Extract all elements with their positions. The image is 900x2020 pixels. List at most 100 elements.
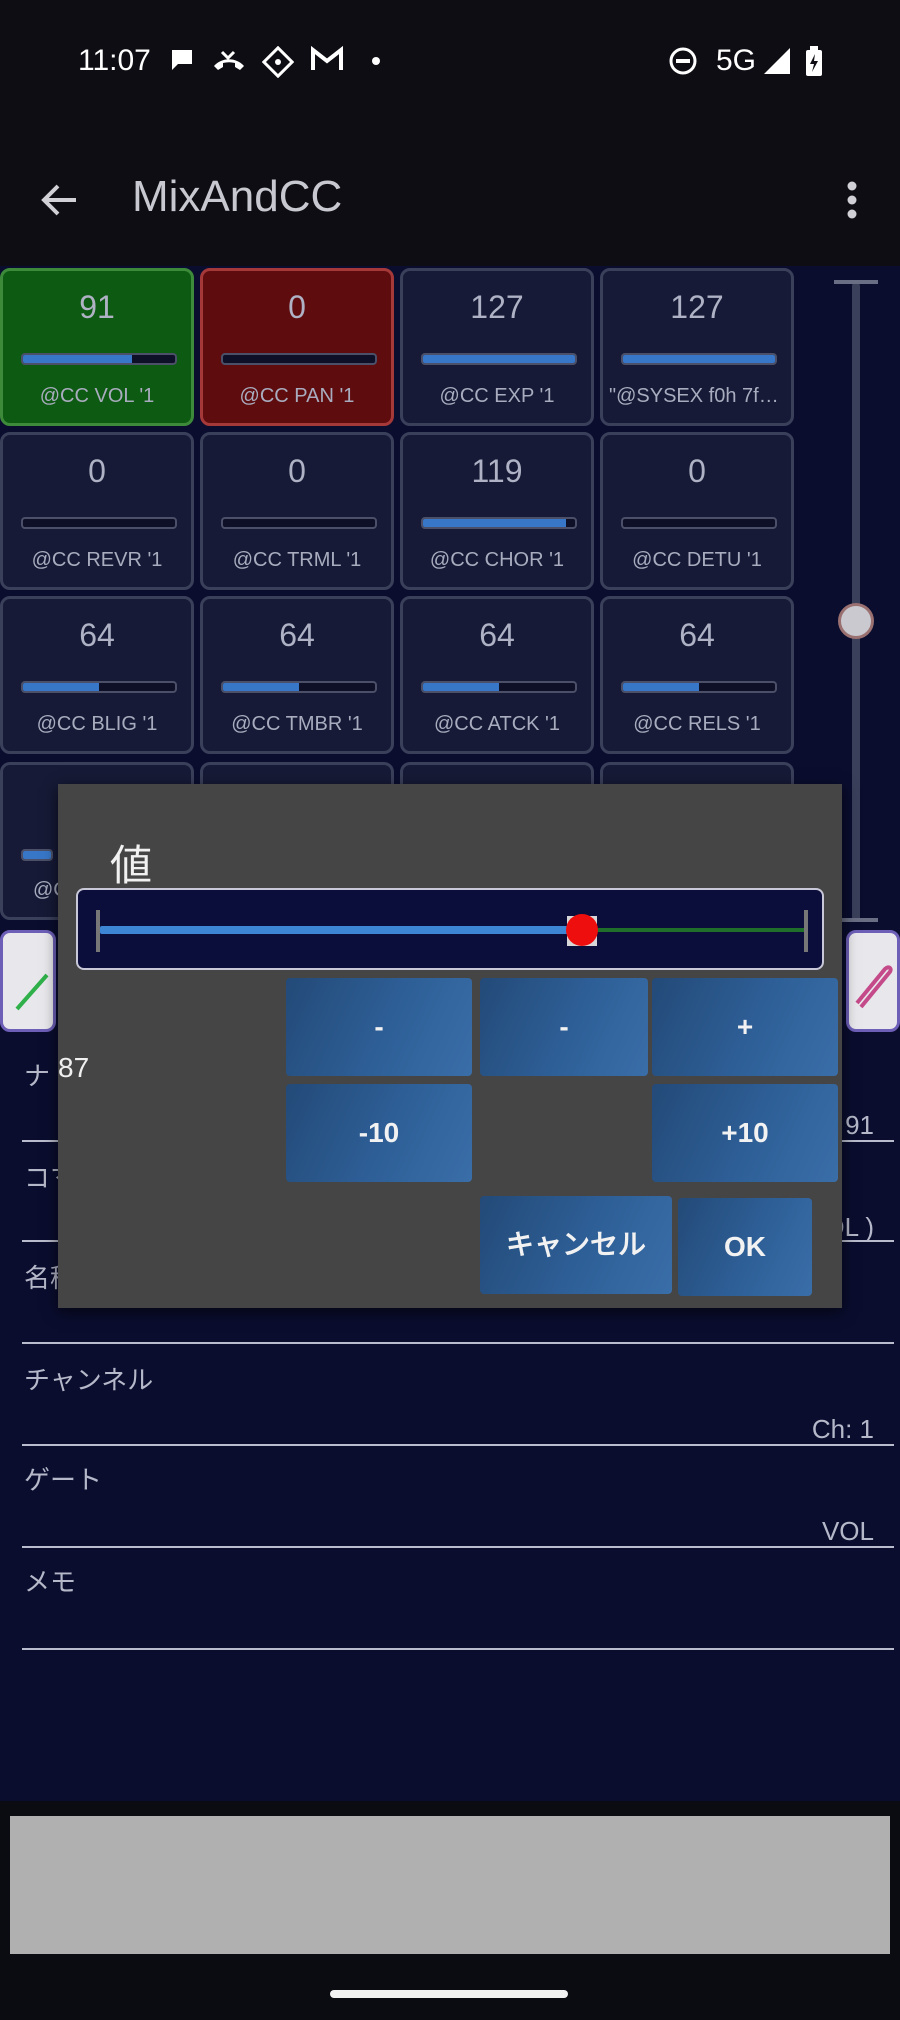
cc-cell-value: 64	[279, 617, 315, 653]
dialog-value-text: 87	[58, 1052, 90, 1083]
value-slider-thumb[interactable]	[566, 914, 599, 946]
field-value-1: 91	[845, 1110, 874, 1140]
field-underline	[22, 1444, 894, 1446]
cc-cell[interactable]: 64 @CC TMBR '1	[200, 596, 394, 754]
pen-icon	[15, 973, 49, 1011]
ad-banner-area	[10, 1816, 890, 1954]
vertical-slider-track[interactable]	[852, 282, 860, 922]
cc-cell-bar	[21, 517, 177, 529]
tool-button-left[interactable]	[0, 930, 56, 1032]
cc-cell[interactable]: 127 "@SYSEX f0h 7fh ...	[600, 268, 794, 426]
cc-cell-bar-fill	[623, 355, 775, 363]
cc-cell[interactable]: 64 @CC BLIG '1	[0, 596, 194, 754]
field-underline	[22, 1342, 894, 1344]
clock: 11:07	[78, 44, 151, 77]
dialog-title: 値	[110, 841, 153, 890]
cc-cell-bar	[421, 353, 577, 365]
cc-cell-label: @CC EXP '1	[439, 385, 555, 407]
cc-cell-value: 64	[679, 617, 715, 653]
cc-cell-bar-fill	[223, 683, 299, 691]
cc-cell-bar	[221, 681, 377, 693]
cc-cell[interactable]: 0 @CC REVR '1	[0, 432, 194, 590]
cc-cell-bar-fill	[23, 355, 133, 363]
cc-cell-value: 0	[288, 453, 306, 489]
field-underline	[22, 1648, 894, 1650]
cc-cell-bar	[621, 681, 777, 693]
app-grid-icon	[261, 45, 295, 84]
increment-button[interactable]: +	[652, 978, 838, 1076]
cc-cell[interactable]: 127 @CC EXP '1	[400, 268, 594, 426]
do-not-disturb-icon	[668, 46, 698, 82]
dot-icon	[370, 46, 382, 80]
gate-value[interactable]: VOL	[822, 1516, 874, 1547]
cc-cell-label: @CC TRML '1	[232, 549, 362, 571]
memo-label: メモ	[24, 1568, 77, 1598]
cc-cell-label: @CC PAN '1	[239, 385, 355, 407]
overflow-menu-button[interactable]	[830, 174, 874, 224]
cancel-button[interactable]: キャンセル	[480, 1196, 672, 1294]
cc-cell-label: @CC CHOR '1	[429, 549, 565, 571]
cc-cell[interactable]: 0 @CC DETU '1	[600, 432, 794, 590]
cc-cell-label: @CC REVR '1	[31, 549, 163, 571]
gate-label: ゲート	[24, 1466, 103, 1496]
cc-cell-label: @CC BLIG '1	[36, 713, 158, 735]
cc-cell-label: @CC VOL '1	[39, 385, 155, 407]
cc-cell-bar	[221, 517, 377, 529]
cc-cell-bar	[221, 353, 377, 365]
ok-button[interactable]: OK	[678, 1198, 812, 1296]
cc-cell-bar-fill	[423, 355, 575, 363]
channel-label: チャンネル	[24, 1366, 154, 1396]
chat-bubble-icon	[168, 46, 196, 80]
cc-cell-bar	[421, 681, 577, 693]
cc-cell-value: 0	[288, 289, 306, 325]
gmail-icon	[310, 45, 344, 80]
cc-cell-bar	[621, 353, 777, 365]
cc-cell-bar	[21, 681, 177, 693]
cc-cell-label: @CC DETU '1	[632, 549, 762, 571]
cc-cell-label: "@SYSEX f0h 7fh ...	[609, 385, 791, 407]
cc-cell-label: @CC ATCK '1	[434, 713, 560, 735]
value-slider[interactable]	[76, 888, 824, 970]
cc-cell-bar	[621, 517, 777, 529]
cc-cell-value: 64	[79, 617, 115, 653]
more-vert-icon	[847, 181, 857, 219]
cc-cell[interactable]: 0 @CC TRML '1	[200, 432, 394, 590]
app-bar: MixAndCC	[0, 130, 900, 266]
missed-call-icon	[212, 46, 246, 80]
cc-cell[interactable]: 119 @CC CHOR '1	[400, 432, 594, 590]
brush-icon	[855, 965, 893, 1009]
plus-10-button[interactable]: +10	[652, 1084, 838, 1182]
value-dialog: 値 - - + -10 +10 キャンセル OK	[58, 784, 842, 1308]
battery-charging-icon	[804, 46, 824, 84]
cc-cell-value: 119	[471, 453, 523, 489]
cc-cell-bar	[21, 849, 53, 861]
field-underline	[22, 1546, 894, 1548]
value-slider-start-tick	[96, 910, 100, 952]
cc-cell-bar-fill	[623, 683, 699, 691]
cc-cell[interactable]: 0 @CC PAN '1	[200, 268, 394, 426]
vertical-slider-thumb[interactable]	[838, 603, 874, 640]
cc-cell-value: 64	[479, 617, 515, 653]
back-button[interactable]	[30, 170, 90, 230]
cc-cell-label: @CC TMBR '1	[231, 713, 363, 735]
signal-icon	[762, 46, 792, 82]
cc-cell-value: 127	[470, 289, 524, 325]
field-label-1: ナ	[24, 1062, 51, 1092]
cc-cell[interactable]: 64 @CC RELS '1	[600, 596, 794, 754]
cc-cell[interactable]: 64 @CC ATCK '1	[400, 596, 594, 754]
cc-cell-value: 127	[670, 289, 724, 325]
minus-10-button[interactable]: -10	[286, 1084, 472, 1182]
tool-button-right[interactable]	[846, 930, 900, 1032]
channel-value[interactable]: Ch: 1	[812, 1414, 874, 1445]
decrement-small-button[interactable]: -	[480, 978, 648, 1076]
decrement-large-button[interactable]: -	[286, 978, 472, 1076]
value-slider-fill	[100, 926, 583, 934]
network-type: 5G	[716, 44, 757, 77]
app-title: MixAndCC	[132, 172, 343, 221]
gesture-nav-handle[interactable]	[330, 1990, 568, 1998]
cc-cell-value: 0	[688, 453, 706, 489]
cc-cell-label: @CC RELS '1	[633, 713, 761, 735]
cc-cell[interactable]: 91 @CC VOL '1	[0, 268, 194, 426]
cc-cell-bar-fill	[23, 683, 99, 691]
cc-cell-bar	[421, 517, 577, 529]
